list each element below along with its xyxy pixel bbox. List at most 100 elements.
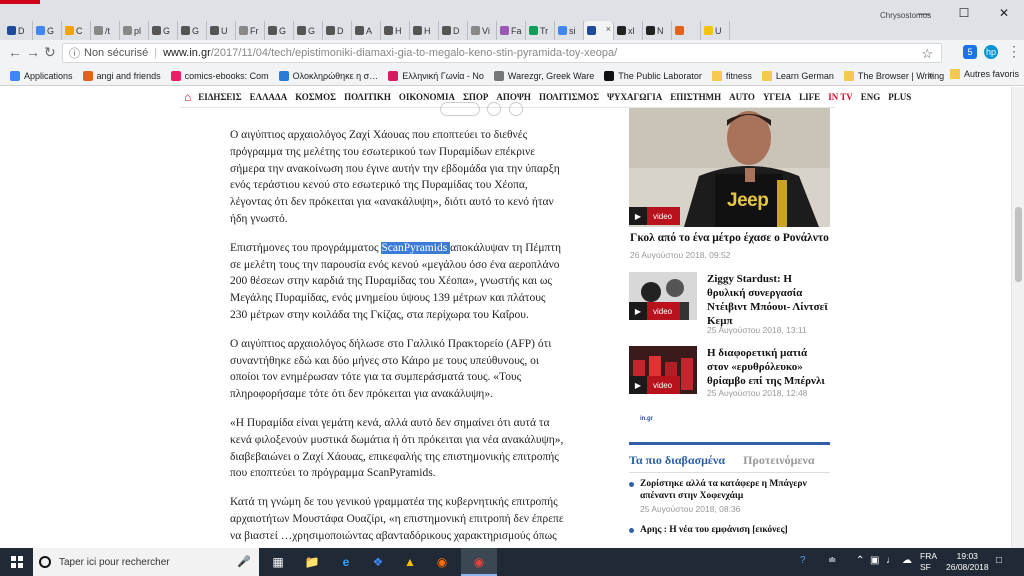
browser-tab[interactable]: U (207, 21, 236, 40)
site-nav-item[interactable]: LIFE (799, 92, 820, 102)
site-nav-item[interactable]: ΕΛΛΑΔΑ (250, 92, 288, 102)
bookmark-item[interactable]: Ελληνική Γωνία - Νο (388, 70, 484, 81)
browser-tab[interactable]: G (265, 21, 294, 40)
bookmark-item[interactable]: Applications (10, 70, 73, 81)
browser-tab[interactable]: D (439, 21, 468, 40)
facebook-icon[interactable] (508, 102, 523, 116)
tab-favicon-icon (65, 26, 74, 35)
bookmark-item[interactable]: Warezgr, Greek Ware (493, 70, 594, 81)
site-nav-item[interactable]: IN TV (828, 92, 853, 102)
bookmark-item[interactable]: Learn German (761, 70, 834, 81)
pen-icon[interactable]: ≐ (828, 555, 836, 566)
site-nav-item[interactable]: ENG (861, 92, 881, 102)
site-nav-item[interactable]: ΕΙΔΗΣΕΙΣ (198, 92, 241, 102)
bookmarks-overflow-icon[interactable]: » (928, 70, 934, 81)
site-nav-item[interactable]: ΚΟΣΜΟΣ (295, 92, 336, 102)
notifications-icon[interactable]: □ (996, 555, 1002, 566)
browser-tab[interactable]: G (178, 21, 207, 40)
chrome-icon[interactable]: ◉ (469, 552, 489, 572)
other-bookmarks[interactable]: Autres favoris (950, 69, 1019, 79)
browser-tab[interactable]: H (410, 21, 439, 40)
browser-tab[interactable]: pl (120, 21, 149, 40)
browser-tab[interactable]: N (643, 21, 672, 40)
help-icon[interactable]: ? (800, 555, 806, 566)
forward-arrow-icon[interactable]: → (26, 44, 40, 60)
hp-icon[interactable]: hp (984, 45, 998, 59)
selected-text-highlight[interactable]: ScanPyramids (381, 241, 451, 254)
input-language[interactable]: FRA SF (920, 551, 937, 573)
back-arrow-icon[interactable]: ← (8, 44, 22, 60)
file-explorer-icon[interactable]: 📁 (302, 552, 322, 572)
close-window-icon[interactable]: ✕ (984, 6, 1024, 20)
browser-tab[interactable]: Fr (236, 21, 265, 40)
bookmark-item[interactable]: fitness (711, 70, 752, 81)
browser-tab[interactable]: D (323, 21, 352, 40)
bookmark-item[interactable]: The Public Laborator (604, 70, 702, 81)
browser-tab[interactable]: /t (91, 21, 120, 40)
site-nav-item[interactable]: ΣΠΟΡ (463, 92, 488, 102)
onedrive-icon[interactable]: ☁ (902, 555, 912, 566)
dropbox-icon[interactable]: ❖ (368, 552, 388, 572)
home-icon[interactable]: ⌂ (184, 90, 191, 105)
site-nav-item[interactable]: ΥΓΕΙΑ (763, 92, 791, 102)
site-nav-item[interactable]: ΨΥΧΑΓΩΓΙΑ (607, 92, 662, 102)
browser-tab[interactable]: H (381, 21, 410, 40)
browser-tab[interactable] (672, 21, 701, 40)
bookmark-item[interactable]: angi and friends (82, 70, 161, 81)
site-nav-item[interactable]: AUTO (729, 92, 755, 102)
browser-tab[interactable]: Tr (526, 21, 555, 40)
site-nav-item[interactable]: ΑΠΟΨΗ (496, 92, 531, 102)
bookmark-star-icon[interactable]: ☆ (921, 46, 933, 62)
video-card[interactable]: ▶ video Ziggy Stardust: Η θρυλική συνεργ… (629, 272, 829, 342)
windows-start-icon[interactable] (11, 556, 23, 568)
twitter-icon[interactable] (487, 102, 502, 116)
tab-label: U (715, 25, 722, 36)
volume-icon[interactable]: ♩ (886, 555, 896, 566)
featured-title[interactable]: Γκολ από το ένα μέτρο έχασε ο Ρονάλντο (630, 232, 830, 244)
browser-tab[interactable]: Fa (497, 21, 526, 40)
edge-icon[interactable]: e (336, 552, 356, 572)
browser-tab[interactable]: Vi (468, 21, 497, 40)
browser-tab[interactable]: C (62, 21, 91, 40)
browser-tab[interactable]: A (352, 21, 381, 40)
address-bar[interactable]: ⓘ Non sécurisé | www.in.gr/2017/11/04/te… (62, 43, 942, 63)
browser-tab[interactable]: G (149, 21, 178, 40)
drive-icon[interactable]: ▲ (400, 552, 420, 572)
network-icon[interactable]: ▣ (870, 555, 879, 566)
browser-tab[interactable]: si (555, 21, 584, 40)
site-nav-item[interactable]: ΠΟΛΙΤΙΣΜΟΣ (539, 92, 599, 102)
maximize-icon[interactable]: ☐ (944, 6, 984, 20)
browser-tab[interactable]: G (294, 21, 323, 40)
bookmark-item[interactable]: comics-ebooks: Com (170, 70, 269, 81)
info-icon[interactable]: ⓘ (69, 45, 80, 61)
microphone-icon[interactable]: 🎤 (237, 555, 251, 568)
browser-tab[interactable]: U (701, 21, 730, 40)
browser-tab[interactable]: xl (614, 21, 643, 40)
tab-most-read[interactable]: Τα πιο διαβασμένα (629, 453, 725, 468)
task-view-icon[interactable]: ▦ (268, 552, 288, 572)
video-card[interactable]: ▶ video Η διαφορετική ματιά στον «ερυθρό… (629, 346, 829, 416)
site-nav-item[interactable]: ΕΠΙΣΤΗΜΗ (670, 92, 721, 102)
minimize-icon[interactable]: — (904, 6, 944, 20)
browser-tab[interactable]: × (584, 21, 614, 40)
browser-tab[interactable]: D (4, 21, 33, 40)
tray-chevron-icon[interactable]: ⌃ (856, 555, 864, 566)
bookmark-item[interactable]: Ολοκληρώθηκε η σ… (278, 70, 378, 81)
tab-close-icon[interactable]: × (606, 24, 611, 34)
browser-tab[interactable]: G (33, 21, 62, 40)
page-scrollbar[interactable] (1011, 87, 1024, 548)
site-nav-item[interactable]: PLUS (888, 92, 911, 102)
featured-video-card[interactable]: Jeep ▶ video (629, 108, 830, 227)
system-clock[interactable]: 19:03 26/08/2018 (946, 551, 989, 573)
app-orange-icon[interactable]: ◉ (432, 552, 452, 572)
article-paragraph: Επιστήμονες του προγράμματος ScanPyramid… (230, 240, 565, 324)
menu-kebab-icon[interactable]: ⋮ (1007, 43, 1021, 60)
site-nav-item[interactable]: ΟΙΚΟΝΟΜΙΑ (399, 92, 455, 102)
reload-icon[interactable]: ↻ (44, 44, 56, 61)
tab-recommended[interactable]: Προτεινόμενα (743, 453, 814, 468)
taskbar-search[interactable]: Taper ici pour rechercher 🎤 (33, 548, 259, 576)
scrollbar-thumb[interactable] (1015, 207, 1022, 282)
share-icon[interactable] (440, 102, 480, 116)
extension-icon[interactable]: 5 (963, 45, 977, 59)
site-nav-item[interactable]: ΠΟΛΙΤΙΚΗ (344, 92, 391, 102)
